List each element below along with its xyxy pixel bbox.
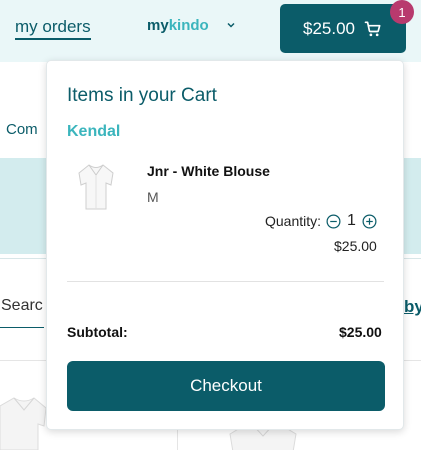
- background-nav-text[interactable]: Com: [6, 121, 38, 138]
- minus-circle-icon[interactable]: [326, 214, 341, 229]
- plus-circle-icon[interactable]: [362, 214, 377, 229]
- brand-part-kindo: kindo: [168, 17, 209, 34]
- background-sort-link[interactable]: by: [404, 297, 421, 317]
- white-blouse-image: [78, 164, 114, 210]
- background-search-text[interactable]: Searc: [1, 297, 43, 315]
- product-name: Jnr - White Blouse: [147, 163, 270, 179]
- cart-title: Items in your Cart: [67, 85, 217, 106]
- cart-button[interactable]: $25.00: [280, 4, 406, 53]
- quantity-stepper: Quantity: 1: [265, 211, 377, 231]
- cart-dropdown: Items in your Cart Kendal Jnr - White Bl…: [46, 60, 404, 430]
- subtotal-value: $25.00: [339, 324, 382, 340]
- chevron-down-icon[interactable]: [226, 20, 236, 30]
- checkout-button[interactable]: Checkout: [67, 361, 385, 411]
- brand-part-my: my: [147, 17, 169, 34]
- quantity-value: 1: [347, 212, 356, 229]
- mykindo-brand-menu[interactable]: mykindo: [147, 16, 209, 36]
- my-orders-link[interactable]: my orders: [15, 17, 91, 40]
- search-underline: [0, 327, 44, 328]
- cart-count-badge: 1: [390, 0, 414, 24]
- cart-icon: [364, 21, 381, 36]
- subtotal-label: Subtotal:: [67, 324, 128, 340]
- product-size: M: [147, 189, 159, 205]
- cart-total: $25.00: [303, 18, 355, 38]
- product-image[interactable]: [0, 396, 48, 450]
- quantity-label: Quantity:: [265, 213, 322, 229]
- line-price: $25.00: [334, 238, 377, 254]
- student-name: Kendal: [67, 123, 121, 140]
- divider: [67, 281, 384, 282]
